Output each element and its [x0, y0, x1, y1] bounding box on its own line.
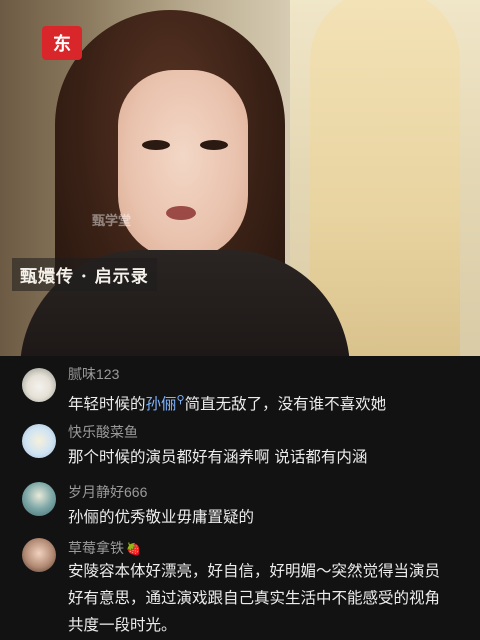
avatar[interactable] [22, 482, 56, 516]
avatar[interactable] [22, 424, 56, 458]
right-eye [200, 140, 228, 150]
video-watermark: 甄学堂 [92, 214, 132, 229]
comment-text-line: 好有意思，通过演戏跟自己真实生活中不能感受的视角 [68, 589, 441, 607]
strawberry-icon: 🍓 [126, 542, 141, 556]
comment-username[interactable]: 快乐酸菜鱼 [68, 422, 138, 442]
comment-username[interactable]: 岁月静好666 [68, 482, 147, 502]
video-frame[interactable]: 东 甄学堂 甄嬛传 · 启示录 [0, 0, 480, 356]
comment-text: 年轻时候的孙俪⚲简直无敌了，没有谁不喜欢她 [68, 386, 468, 418]
comment-list: 腻味123 年轻时候的孙俪⚲简直无敌了，没有谁不喜欢她 快乐酸菜鱼 那个时候的演… [0, 356, 480, 640]
left-eye [142, 140, 170, 150]
comment-text-before: 年轻时候的 [68, 395, 146, 414]
comment-text: 那个时候的演员都好有涵养啊 说话都有内涵 [68, 448, 368, 466]
video-caption: 甄嬛传 · 启示录 [12, 258, 157, 291]
comment-text-line: 共度一段时光。 [68, 616, 177, 634]
channel-logo: 东 [40, 24, 84, 62]
actress-face [118, 70, 248, 260]
background-person [310, 0, 460, 356]
comment-text-after: 简直无敌了，没有谁不喜欢她 [184, 395, 387, 414]
mouth [166, 206, 196, 220]
channel-logo-icon: 东 [42, 26, 82, 60]
comment-text: 安陵容本体好漂亮，好自信，好明媚～突然觉得当演员 好有意思，通过演戏跟自己真实生… [68, 558, 468, 639]
avatar[interactable] [22, 368, 56, 402]
comment-text-line: 安陵容本体好漂亮，好自信，好明媚～突然觉得当演员 [68, 562, 441, 580]
comment-username[interactable]: 草莓拿铁 🍓 [68, 538, 141, 558]
comment-username-text: 草莓拿铁 [68, 540, 124, 556]
search-icon[interactable]: ⚲ [177, 393, 185, 406]
comment-text: 孙俪的优秀敬业毋庸置疑的 [68, 508, 255, 526]
comment-link[interactable]: 孙俪 [146, 395, 177, 413]
avatar[interactable] [22, 538, 56, 572]
comment-username[interactable]: 腻味123 [68, 364, 119, 384]
